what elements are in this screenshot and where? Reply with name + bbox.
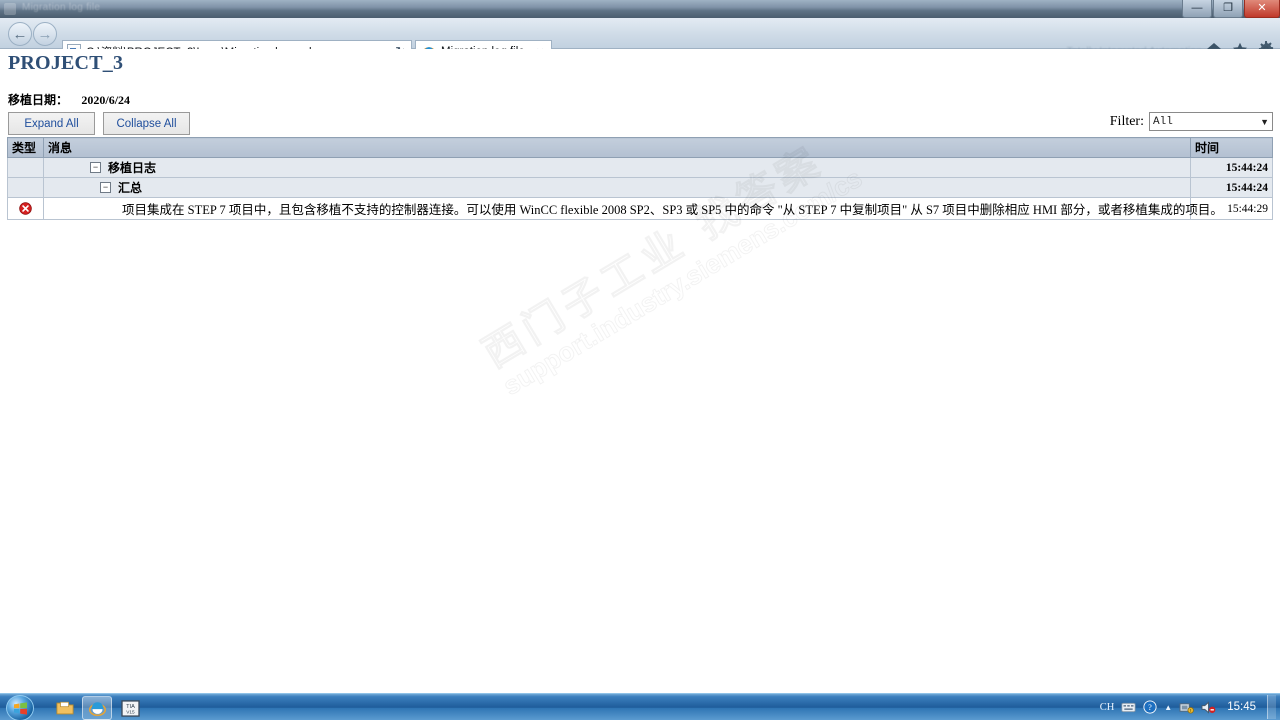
window-titlebar: Migration log file — ❐ ✕ bbox=[0, 0, 1280, 19]
collapse-toggle-icon[interactable]: − bbox=[100, 182, 111, 193]
svg-text:V15: V15 bbox=[126, 709, 135, 715]
svg-text:!: ! bbox=[1190, 708, 1191, 713]
row-message-cell: 项目集成在 STEP 7 项目中，且包含移植不支持的控制器连接。可以使用 Win… bbox=[43, 197, 1223, 220]
taskbar: TIA V15 CH ? ▲ ! 15:45 bbox=[0, 693, 1280, 720]
migration-date-row: 移植日期： 2020/6/24 bbox=[8, 91, 130, 108]
show-hidden-icons-icon[interactable]: ▲ bbox=[1164, 703, 1172, 712]
filter-control: Filter: All ▼ bbox=[1110, 112, 1273, 131]
svg-text:TIA: TIA bbox=[126, 704, 135, 710]
group-label: 汇总 bbox=[118, 181, 143, 195]
migration-date-value: 2020/6/24 bbox=[81, 93, 131, 107]
windows-logo-icon bbox=[13, 701, 27, 715]
svg-text:?: ? bbox=[1148, 703, 1152, 712]
row-message-cell: − 移植日志 bbox=[43, 157, 1191, 178]
taskbar-item-internet-explorer[interactable] bbox=[82, 696, 112, 720]
filter-label: Filter: bbox=[1109, 113, 1144, 129]
window-icon bbox=[4, 3, 16, 15]
column-header-type[interactable]: 类型 bbox=[7, 137, 44, 158]
back-button[interactable]: ← bbox=[8, 22, 32, 46]
internet-explorer-icon bbox=[88, 701, 106, 716]
group-label: 移植日志 bbox=[108, 161, 157, 175]
row-message-cell: − 汇总 bbox=[43, 177, 1191, 198]
tia-portal-icon: TIA V15 bbox=[120, 699, 140, 717]
start-button[interactable] bbox=[6, 695, 34, 720]
log-table: 类型 消息 时间 − 移植日志 15:44:24 − 汇总 15:44:24 项… bbox=[7, 137, 1273, 220]
help-icon[interactable]: ? bbox=[1143, 700, 1157, 714]
taskbar-item-file-explorer[interactable] bbox=[50, 696, 80, 720]
browser-chrome: ← → C:\资料\PROJECT_3\Logs\Migration log.x… bbox=[0, 18, 1280, 63]
row-time-cell: 15:44:24 bbox=[1190, 157, 1273, 178]
window-controls: — ❐ ✕ bbox=[1181, 0, 1280, 18]
screen: Migration log file — ❐ ✕ ← → C:\资料\PROJE… bbox=[0, 0, 1280, 720]
collapse-all-button[interactable]: Collapse All bbox=[103, 112, 190, 135]
show-desktop-button[interactable] bbox=[1267, 695, 1276, 719]
page-title: PROJECT_3 bbox=[8, 52, 124, 74]
folder-icon bbox=[56, 701, 74, 714]
table-row[interactable]: − 移植日志 15:44:24 bbox=[7, 157, 1273, 178]
row-time-cell: 15:44:24 bbox=[1190, 177, 1273, 198]
message-text: 项目集成在 STEP 7 项目中，且包含移植不支持的控制器连接。可以使用 Win… bbox=[122, 203, 1223, 217]
error-icon bbox=[19, 202, 32, 215]
keyboard-icon[interactable] bbox=[1121, 702, 1136, 713]
column-header-time[interactable]: 时间 bbox=[1190, 137, 1273, 158]
clock[interactable]: 15:45 bbox=[1227, 701, 1256, 713]
collapse-toggle-icon[interactable]: − bbox=[90, 162, 101, 173]
table-header-row: 类型 消息 时间 bbox=[7, 137, 1273, 158]
window-title: Migration log file bbox=[22, 2, 101, 13]
ime-indicator[interactable]: CH bbox=[1100, 702, 1115, 713]
filter-selected-value: All bbox=[1153, 115, 1173, 128]
chevron-down-icon[interactable]: ▼ bbox=[1260, 117, 1269, 127]
column-header-message[interactable]: 消息 bbox=[43, 137, 1191, 158]
forward-button[interactable]: → bbox=[33, 22, 57, 46]
network-icon[interactable]: ! bbox=[1179, 701, 1195, 714]
restore-button[interactable]: ❐ bbox=[1213, 0, 1243, 18]
row-type-cell bbox=[7, 157, 44, 178]
minimize-button[interactable]: — bbox=[1182, 0, 1212, 18]
filter-select[interactable]: All ▼ bbox=[1149, 112, 1273, 131]
volume-muted-icon[interactable] bbox=[1201, 700, 1216, 714]
row-type-cell bbox=[7, 197, 44, 220]
migration-date-label: 移植日期： bbox=[8, 93, 69, 107]
tree-controls: Expand All Collapse All bbox=[8, 112, 190, 135]
expand-all-button[interactable]: Expand All bbox=[8, 112, 95, 135]
system-tray: CH ? ▲ ! 15:45 bbox=[1100, 694, 1276, 720]
table-row[interactable]: − 汇总 15:44:24 bbox=[7, 177, 1273, 198]
row-type-cell bbox=[7, 177, 44, 198]
taskbar-item-tia-portal[interactable]: TIA V15 bbox=[115, 696, 145, 720]
page-content: PROJECT_3 移植日期： 2020/6/24 Expand All Col… bbox=[0, 49, 1280, 694]
close-button[interactable]: ✕ bbox=[1244, 0, 1280, 18]
table-row[interactable]: 项目集成在 STEP 7 项目中，且包含移植不支持的控制器连接。可以使用 Win… bbox=[7, 197, 1273, 220]
